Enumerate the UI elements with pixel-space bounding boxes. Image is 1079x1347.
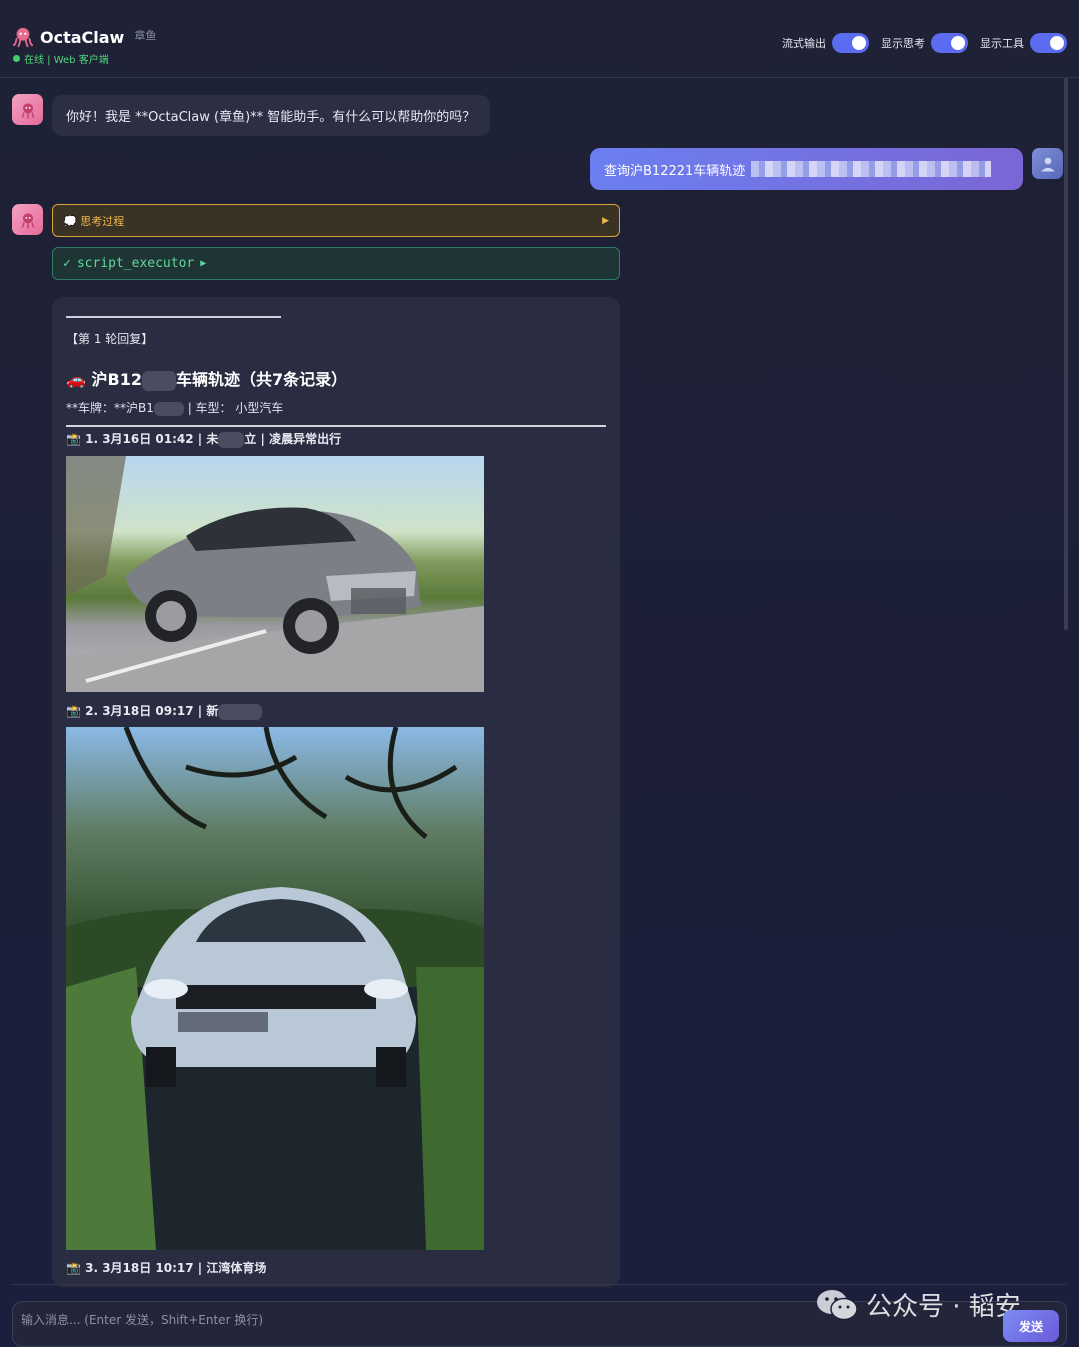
tool-name: script_executor — [76, 256, 195, 271]
divider — [66, 316, 281, 318]
redacted-region — [153, 401, 184, 416]
toggle-stream[interactable]: 流式输出 — [782, 33, 869, 53]
title-part-a: 🚗 沪B12 — [66, 370, 142, 389]
expand-arrow-icon: ▶ — [200, 258, 207, 269]
app-name: OctaClaw — [40, 27, 125, 47]
response-card: 【第 1 轮回复】 🚗 沪B12 车辆轨迹（共7条记录） **车牌：**沪B1 |… — [52, 297, 620, 1287]
header: OctaClaw 章鱼 在线 | Web 客户端 流式输出 显示思考 显示工具 — [0, 0, 1079, 78]
app-subtitle: 章鱼 — [134, 29, 157, 42]
wechat-icon — [817, 1289, 858, 1320]
online-dot-icon — [13, 55, 20, 62]
check-icon: ✓ — [63, 256, 71, 271]
meta-part-b: | 车型： 小型汽车 — [187, 401, 284, 415]
send-button[interactable]: 发送 — [1003, 1310, 1059, 1342]
watermark: 公众号 · 韬安 — [816, 1286, 1021, 1323]
record-1-photo — [66, 456, 484, 692]
divider — [66, 425, 606, 427]
thinking-process-toggle[interactable]: 💭 思考过程 ▶ — [52, 204, 620, 237]
title-part-b: 车辆轨迹（共7条记录） — [175, 370, 348, 389]
expand-arrow-icon: ▶ — [602, 215, 609, 226]
toggle-stream-switch[interactable] — [832, 33, 869, 53]
bot-avatar-2 — [12, 204, 43, 235]
record-1-heading: 📸 1. 3月16日 01:42 | 未 立 | 凌晨异常出行 — [66, 430, 341, 448]
watermark-text: 公众号 · 韬安 — [866, 1292, 1021, 1322]
user-icon — [1040, 157, 1055, 171]
chat-scrollbar[interactable] — [1064, 78, 1068, 630]
record-2-photo — [66, 727, 484, 1250]
toggle-tools[interactable]: 显示工具 — [980, 33, 1067, 53]
redacted-region — [218, 703, 263, 720]
octopus-icon — [21, 212, 34, 228]
toggle-thinking-label: 显示思考 — [881, 37, 925, 50]
record-2-text: 📸 2. 3月18日 09:17 | 新 — [66, 704, 219, 718]
input-divider — [12, 1284, 1067, 1285]
record-1-part-a: 📸 1. 3月16日 01:42 | 未 — [66, 432, 219, 446]
user-message: 查询沪B12221车辆轨迹 — [590, 148, 1023, 190]
record-1-part-b: 立 | 凌晨异常出行 — [244, 432, 342, 446]
toggle-tools-switch[interactable] — [1030, 33, 1067, 53]
toggle-thinking-switch[interactable] — [931, 33, 968, 53]
toggle-stream-label: 流式输出 — [782, 37, 826, 50]
meta-part-a: **车牌：**沪B1 — [66, 401, 154, 415]
status-indicator: 在线 | Web 客户端 — [13, 51, 109, 66]
redacted-region — [218, 431, 245, 448]
octopus-logo-icon — [12, 27, 34, 48]
record-3-heading: 📸 3. 3月18日 10:17 | 江湾体育场 — [66, 1261, 267, 1275]
toggle-group: 流式输出 显示思考 显示工具 — [782, 33, 1067, 53]
octopus-icon — [21, 102, 34, 118]
thinking-label: 💭 思考过程 — [63, 214, 125, 228]
user-avatar — [1032, 148, 1063, 179]
brand: OctaClaw 章鱼 — [12, 26, 156, 48]
round-label: 【第 1 轮回复】 — [66, 332, 154, 346]
record-2-heading: 📸 2. 3月18日 09:17 | 新 — [66, 702, 263, 720]
redacted-region — [751, 161, 992, 177]
toggle-thinking[interactable]: 显示思考 — [881, 33, 968, 53]
redacted-region — [141, 370, 176, 391]
user-message-text: 查询沪B12221车辆轨迹 — [604, 163, 746, 179]
result-title: 🚗 沪B12 车辆轨迹（共7条记录） — [66, 366, 347, 391]
status-text: 在线 | Web 客户端 — [24, 55, 109, 66]
white-sedan-image — [66, 727, 484, 1250]
bot-greeting-message: 你好！我是 **OctaClaw (章鱼)** 智能助手。有什么可以帮助你的吗？ — [52, 95, 490, 136]
tool-call-toggle[interactable]: ✓ script_executor ▶ — [52, 247, 620, 280]
bot-avatar — [12, 94, 43, 125]
silver-coupe-image — [66, 456, 484, 692]
message-input-placeholder: 输入消息... (Enter 发送，Shift+Enter 换行) — [21, 1313, 263, 1327]
vehicle-meta: **车牌：**沪B1 | 车型： 小型汽车 — [66, 399, 283, 416]
toggle-tools-label: 显示工具 — [980, 37, 1024, 50]
